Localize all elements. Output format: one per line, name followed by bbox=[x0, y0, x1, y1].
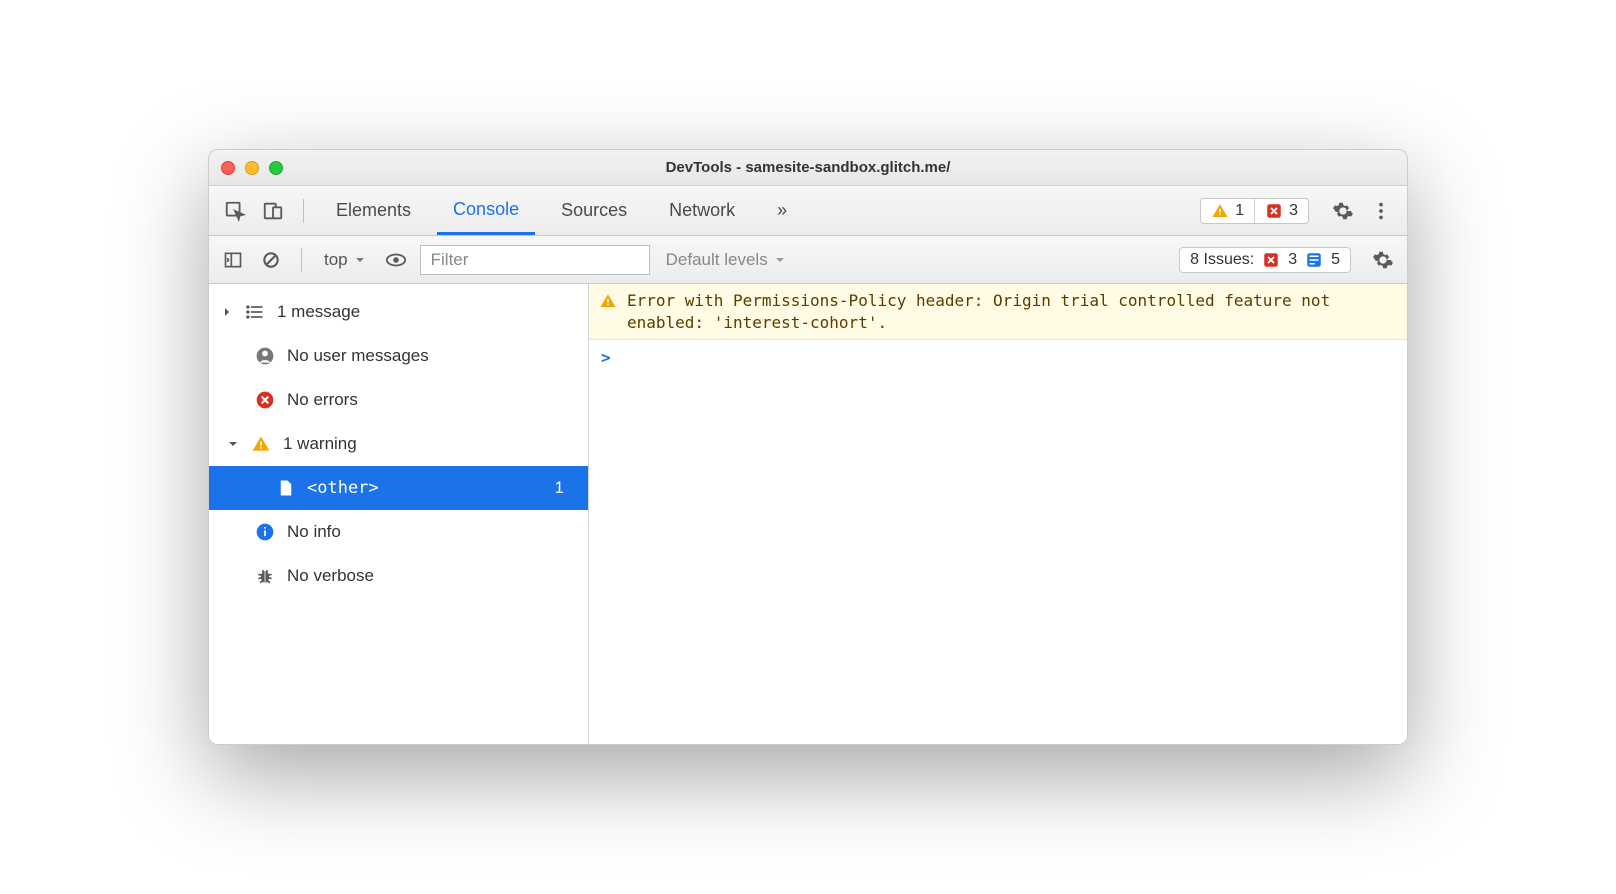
warnings-badge[interactable]: 1 bbox=[1201, 199, 1254, 223]
sidebar-item-errors[interactable]: No errors bbox=[209, 378, 588, 422]
issues-info-count: 5 bbox=[1331, 251, 1340, 269]
bug-icon bbox=[255, 566, 275, 586]
console-prompt[interactable]: > bbox=[589, 340, 1407, 375]
tab-label: Elements bbox=[336, 200, 411, 221]
tab-console[interactable]: Console bbox=[437, 187, 535, 235]
device-toolbar-icon[interactable] bbox=[259, 197, 287, 225]
sidebar-item-other[interactable]: <other> 1 bbox=[209, 466, 588, 510]
console-warning-row[interactable]: Error with Permissions-Policy header: Or… bbox=[589, 284, 1407, 340]
sidebar-item-warnings[interactable]: 1 warning bbox=[209, 422, 588, 466]
overflow-label: » bbox=[777, 200, 787, 221]
sidebar-item-label: No verbose bbox=[287, 566, 374, 586]
error-icon bbox=[1262, 251, 1280, 269]
live-expression-icon[interactable] bbox=[382, 246, 410, 274]
top-issue-badges[interactable]: 1 3 bbox=[1200, 198, 1309, 224]
console-body: 1 message No user messages No errors 1 w… bbox=[209, 284, 1407, 744]
error-count: 3 bbox=[1289, 202, 1298, 220]
warning-count: 1 bbox=[1235, 202, 1244, 220]
tab-sources[interactable]: Sources bbox=[545, 187, 643, 235]
tab-label: Sources bbox=[561, 200, 627, 221]
chevron-down-icon bbox=[227, 438, 239, 450]
error-icon bbox=[255, 390, 275, 410]
divider bbox=[303, 199, 304, 223]
titlebar: DevTools - samesite-sandbox.glitch.me/ bbox=[209, 150, 1407, 186]
context-label: top bbox=[324, 250, 348, 270]
chevron-right-icon bbox=[221, 306, 233, 318]
prompt-indicator: > bbox=[601, 348, 611, 367]
error-icon bbox=[1265, 202, 1283, 220]
warning-icon bbox=[599, 292, 617, 310]
warning-icon bbox=[1211, 202, 1229, 220]
tab-network[interactable]: Network bbox=[653, 187, 751, 235]
tab-elements[interactable]: Elements bbox=[320, 187, 427, 235]
sidebar-item-label: No errors bbox=[287, 390, 358, 410]
console-settings-icon[interactable] bbox=[1369, 246, 1397, 274]
tab-overflow[interactable]: » bbox=[761, 187, 803, 235]
sidebar-item-label: 1 message bbox=[277, 302, 360, 322]
sidebar-item-label: No info bbox=[287, 522, 341, 542]
inspect-element-icon[interactable] bbox=[221, 197, 249, 225]
issues-label: 8 Issues: bbox=[1190, 251, 1254, 269]
list-icon bbox=[245, 302, 265, 322]
console-sidebar: 1 message No user messages No errors 1 w… bbox=[209, 284, 589, 744]
toggle-sidebar-icon[interactable] bbox=[219, 246, 247, 274]
chevron-down-icon bbox=[774, 254, 786, 266]
context-selector[interactable]: top bbox=[318, 250, 372, 270]
sidebar-item-messages[interactable]: 1 message bbox=[209, 290, 588, 334]
console-toolbar: top Default levels 8 Issues: 3 5 bbox=[209, 236, 1407, 284]
sidebar-item-label: No user messages bbox=[287, 346, 429, 366]
sidebar-item-verbose[interactable]: No verbose bbox=[209, 554, 588, 598]
chevron-down-icon bbox=[354, 254, 366, 266]
info-icon bbox=[1305, 251, 1323, 269]
clear-console-icon[interactable] bbox=[257, 246, 285, 274]
issues-error-count: 3 bbox=[1288, 251, 1297, 269]
info-icon bbox=[255, 522, 275, 542]
sidebar-item-user-messages[interactable]: No user messages bbox=[209, 334, 588, 378]
tab-label: Network bbox=[669, 200, 735, 221]
devtools-window: DevTools - samesite-sandbox.glitch.me/ E… bbox=[208, 149, 1408, 745]
tab-label: Console bbox=[453, 199, 519, 220]
sidebar-item-label: 1 warning bbox=[283, 434, 357, 454]
sidebar-item-count: 1 bbox=[555, 478, 578, 498]
more-icon[interactable] bbox=[1367, 197, 1395, 225]
log-levels-selector[interactable]: Default levels bbox=[660, 250, 792, 270]
levels-label: Default levels bbox=[666, 250, 768, 270]
file-icon bbox=[277, 478, 295, 498]
sidebar-item-label: <other> bbox=[307, 478, 379, 498]
user-icon bbox=[255, 346, 275, 366]
window-title: DevTools - samesite-sandbox.glitch.me/ bbox=[209, 159, 1407, 176]
sidebar-item-info[interactable]: No info bbox=[209, 510, 588, 554]
issues-button[interactable]: 8 Issues: 3 5 bbox=[1179, 247, 1351, 273]
console-output: Error with Permissions-Policy header: Or… bbox=[589, 284, 1407, 744]
errors-badge[interactable]: 3 bbox=[1254, 199, 1308, 223]
filter-input[interactable] bbox=[420, 245, 650, 275]
console-message-text: Error with Permissions-Policy header: Or… bbox=[627, 290, 1397, 333]
tab-bar: Elements Console Sources Network » 1 3 bbox=[209, 186, 1407, 236]
warning-icon bbox=[251, 434, 271, 454]
divider bbox=[301, 248, 302, 272]
settings-icon[interactable] bbox=[1329, 197, 1357, 225]
